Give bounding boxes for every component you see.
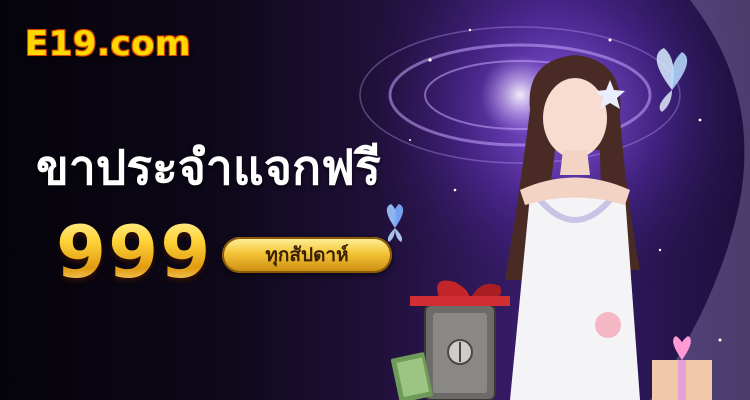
promo-headline: ขาประจำแจกฟรี <box>36 140 381 196</box>
promo-banner[interactable]: E19.com ขาประจำแจกฟรี 999 ทุกสัปดาห์ <box>0 0 750 400</box>
rose-icon <box>595 312 621 338</box>
period-label: ทุกสัปดาห์ <box>265 244 349 266</box>
face <box>543 78 607 158</box>
period-badge: ทุกสัปดาห์ <box>222 237 392 273</box>
model-in-white-dress-illustration <box>505 55 640 400</box>
brand-logo: E19.com <box>25 24 191 64</box>
neck <box>560 150 590 175</box>
promo-amount: 999 <box>56 210 213 294</box>
